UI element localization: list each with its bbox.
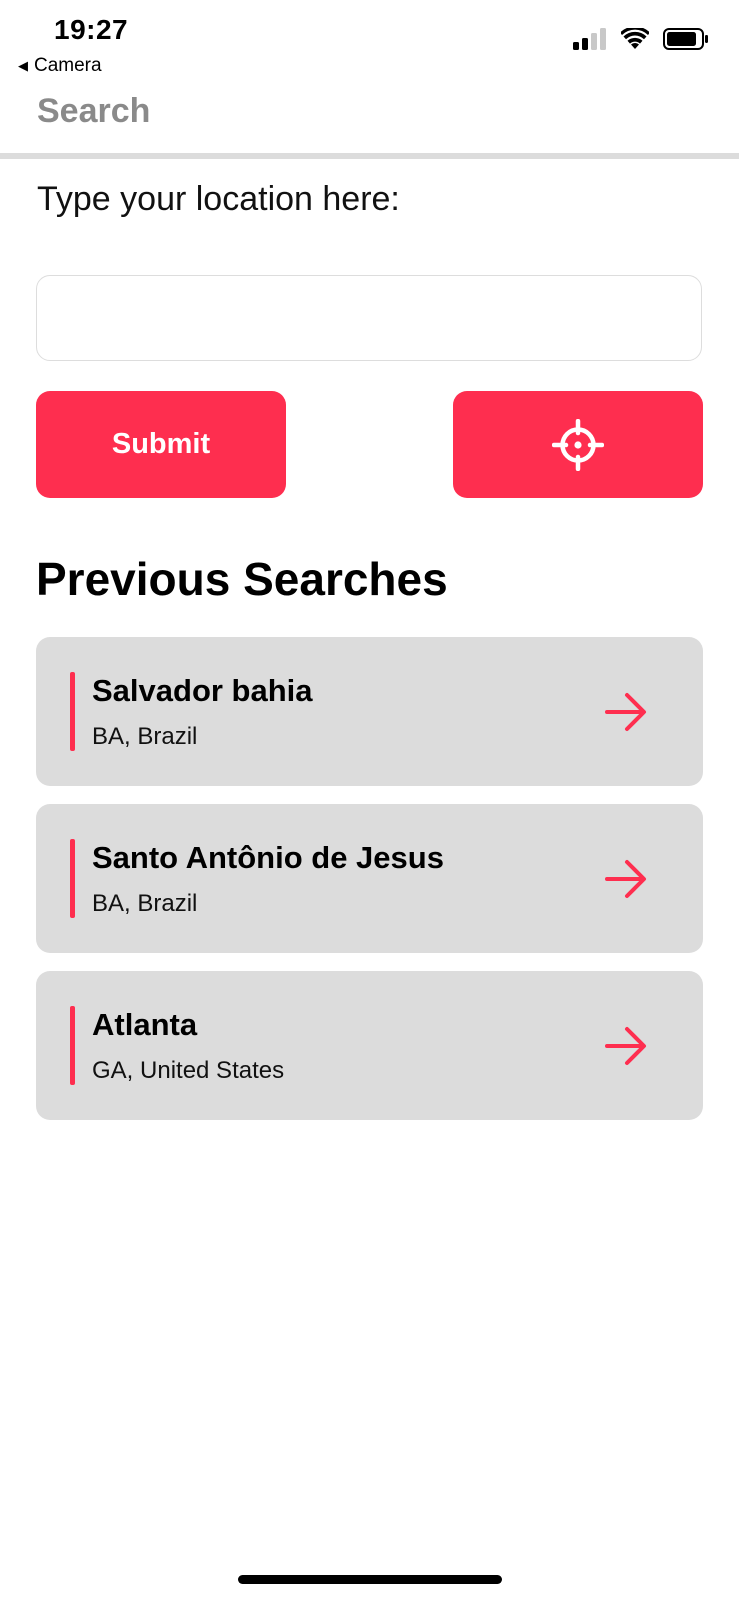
list-item[interactable]: Santo Antônio de Jesus BA, Brazil bbox=[36, 804, 703, 953]
status-time: 19:27 bbox=[54, 14, 129, 45]
accent-bar bbox=[70, 839, 75, 918]
back-label: Camera bbox=[34, 55, 102, 76]
location-input[interactable] bbox=[36, 275, 702, 361]
accent-bar bbox=[70, 672, 75, 751]
page-title: Search bbox=[37, 92, 151, 130]
item-city: Salvador bahia bbox=[92, 673, 313, 708]
submit-button[interactable]: Submit bbox=[36, 391, 286, 498]
item-region: BA, Brazil bbox=[92, 723, 198, 750]
nav-divider bbox=[0, 153, 739, 159]
crosshair-icon bbox=[552, 418, 604, 471]
status-icons bbox=[573, 28, 709, 50]
search-screen: 19:27 ◀ Camera Search Type your location… bbox=[0, 0, 739, 1600]
item-city: Atlanta bbox=[92, 1007, 198, 1042]
back-triangle-icon: ◀ bbox=[18, 58, 28, 73]
previous-searches-heading: Previous Searches bbox=[36, 553, 448, 605]
cellular-signal-icon bbox=[573, 28, 606, 50]
item-region: BA, Brazil bbox=[92, 890, 198, 917]
list-item[interactable]: Atlanta GA, United States bbox=[36, 971, 703, 1120]
item-region: GA, United States bbox=[92, 1057, 285, 1084]
back-to-camera-link[interactable]: ◀ Camera bbox=[18, 55, 102, 77]
locate-me-button[interactable] bbox=[453, 391, 703, 498]
arrow-right-icon[interactable] bbox=[603, 689, 649, 735]
home-indicator[interactable] bbox=[238, 1575, 502, 1584]
previous-searches-list: Salvador bahia BA, Brazil Santo Antônio … bbox=[36, 637, 703, 1138]
item-city: Santo Antônio de Jesus bbox=[92, 840, 444, 875]
list-item[interactable]: Salvador bahia BA, Brazil bbox=[36, 637, 703, 786]
location-prompt: Type your location here: bbox=[37, 180, 400, 218]
wifi-icon bbox=[621, 28, 649, 49]
arrow-right-icon[interactable] bbox=[603, 856, 649, 902]
arrow-right-icon[interactable] bbox=[603, 1023, 649, 1069]
battery-icon bbox=[663, 28, 708, 50]
accent-bar bbox=[70, 1006, 75, 1085]
